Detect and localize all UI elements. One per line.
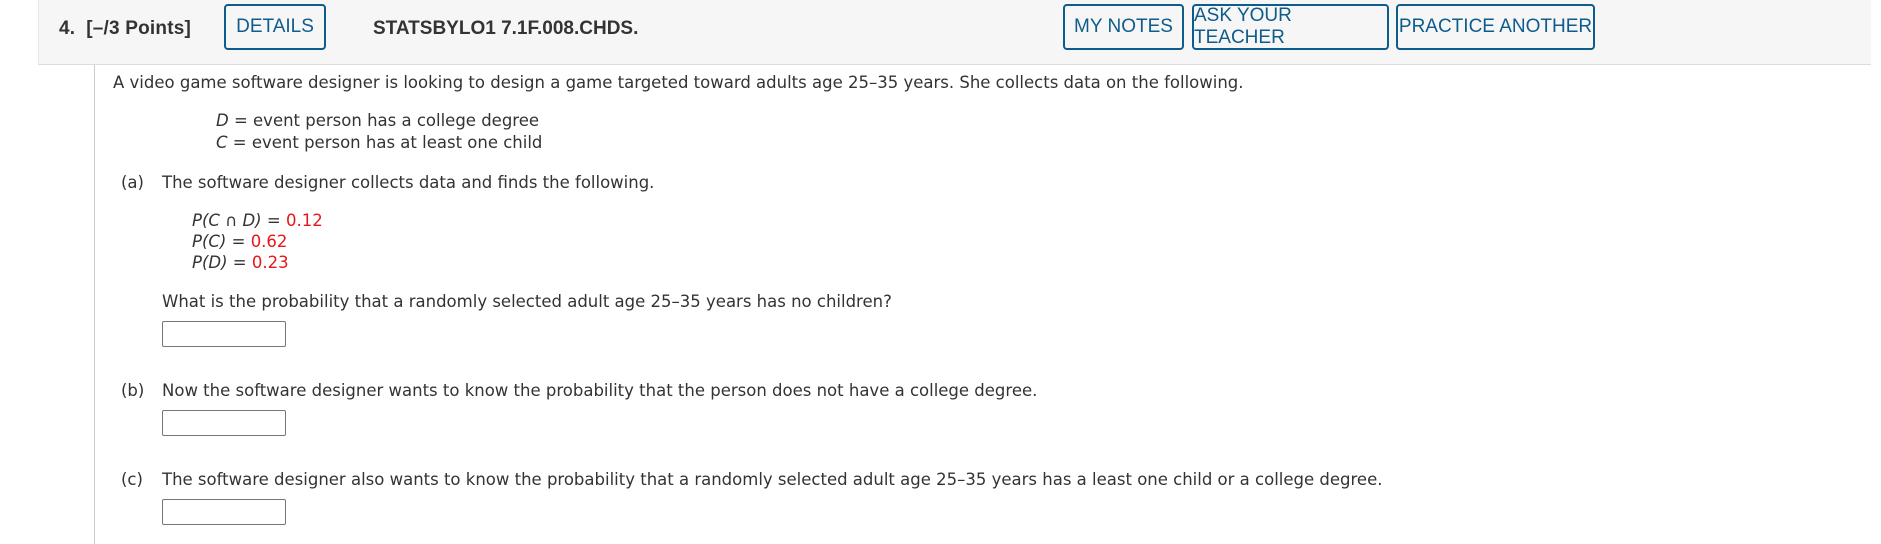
part-c-answer-input[interactable] (162, 499, 286, 525)
given-expr: P(C ∩ D) (192, 211, 262, 230)
given-expr: P(C) (192, 232, 227, 251)
variable-d: D (216, 111, 229, 130)
part-a-label: (a) (121, 173, 144, 192)
part-b-answer-input[interactable] (162, 410, 286, 436)
ask-your-teacher-button[interactable]: ASK YOUR TEACHER (1192, 4, 1389, 50)
variable-c: C (216, 133, 228, 152)
definition-c: C = event person has at least one child (216, 133, 542, 152)
details-button[interactable]: DETAILS (224, 4, 326, 50)
part-b-label: (b) (121, 381, 145, 400)
question-intro: A video game software designer is lookin… (113, 73, 1244, 92)
practice-another-button[interactable]: PRACTICE ANOTHER (1396, 4, 1595, 50)
definition-text: = event person has a college degree (228, 111, 540, 130)
content-divider (94, 65, 95, 544)
question-header: 4. [–/3 Points] DETAILS STATSBYLO1 7.1F.… (38, 0, 1871, 65)
part-a-answer-input[interactable] (162, 321, 286, 347)
question-number: 4. (59, 18, 76, 39)
question-id: STATSBYLO1 7.1F.008.CHDS. (373, 18, 639, 39)
part-c-label: (c) (121, 470, 143, 489)
definition-text: = event person has at least one child (227, 133, 543, 152)
given-expr: P(D) (192, 253, 228, 272)
equals-sign: = (226, 232, 251, 251)
part-a-text: The software designer collects data and … (162, 173, 655, 192)
given-p-d: P(D) = 0.23 (192, 253, 289, 272)
points-label: [–/3 Points] (86, 18, 192, 39)
equals-sign: = (261, 211, 286, 230)
question-number-points: 4. [–/3 Points] (59, 18, 191, 40)
given-value: 0.12 (285, 211, 323, 230)
given-p-c: P(C) = 0.62 (192, 232, 287, 251)
equals-sign: = (227, 253, 252, 272)
part-b-text: Now the software designer wants to know … (162, 381, 1038, 400)
given-value: 0.62 (250, 232, 288, 251)
part-c-text: The software designer also wants to know… (162, 470, 1383, 489)
definition-d: D = event person has a college degree (216, 111, 539, 130)
my-notes-button[interactable]: MY NOTES (1063, 4, 1184, 50)
part-a-prompt: What is the probability that a randomly … (162, 292, 892, 311)
given-p-c-and-d: P(C ∩ D) = 0.12 (192, 211, 323, 230)
given-value: 0.23 (251, 253, 289, 272)
